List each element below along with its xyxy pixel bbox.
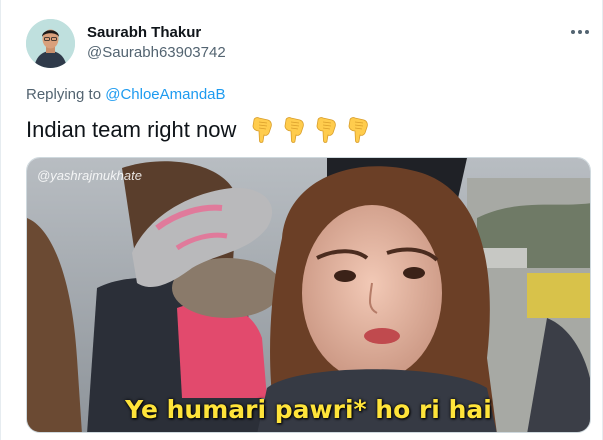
author-name[interactable]: Saurabh Thakur <box>87 24 201 41</box>
backhand-index-pointing-down-icon <box>252 117 273 143</box>
avatar[interactable] <box>26 19 75 68</box>
media-caption: Ye humari pawri* ho ri hai <box>125 395 492 424</box>
tweet-text-content: Indian team right now <box>26 117 237 142</box>
media-watermark: @yashrajmukhate <box>37 168 142 183</box>
backhand-index-pointing-down-icon <box>316 117 337 143</box>
tweet-media[interactable]: @yashrajmukhate Ye humari pawri* ho ri h… <box>26 157 591 433</box>
backhand-index-pointing-down-icon <box>348 117 369 143</box>
tweet-text: Indian team right now <box>26 116 370 144</box>
media-frame <box>27 158 590 432</box>
replying-to: Replying to @ChloeAmandaB <box>26 86 226 103</box>
avatar-image <box>26 19 75 68</box>
replying-to-label: Replying to <box>26 86 102 103</box>
replying-to-handle-link[interactable]: @ChloeAmandaB <box>105 86 225 103</box>
emoji-group <box>248 116 370 144</box>
backhand-index-pointing-down-icon <box>284 117 305 143</box>
author-handle[interactable]: @Saurabh63903742 <box>87 44 226 61</box>
tweet-card[interactable]: Saurabh Thakur @Saurabh63903742 Replying… <box>0 0 603 440</box>
more-options-icon[interactable] <box>567 22 593 42</box>
